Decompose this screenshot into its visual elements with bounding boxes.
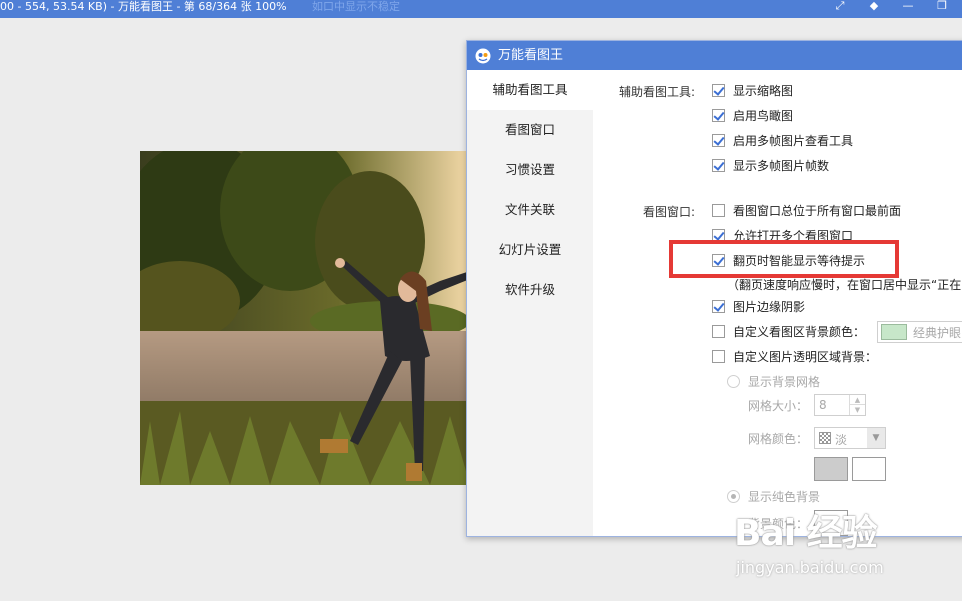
stepper-down-icon[interactable]: ▼ xyxy=(849,405,865,415)
checkbox[interactable] xyxy=(712,158,725,172)
sidebar-item-viewing-tools[interactable]: 辅助看图工具 xyxy=(467,70,593,110)
watermark-url: jingyan.baidu.com xyxy=(736,558,884,577)
option-label: 显示纯色背景 xyxy=(748,489,821,504)
settings-sidebar: 辅助看图工具 看图窗口 习惯设置 文件关联 幻灯片设置 软件升级 xyxy=(467,70,593,536)
checkbox[interactable] xyxy=(712,83,725,97)
grid-color-select[interactable]: 淡 ▼ xyxy=(814,427,886,449)
displayed-photo xyxy=(140,151,470,485)
checkbox[interactable] xyxy=(712,133,725,147)
app-logo-icon xyxy=(475,48,491,64)
grid-color-label: 网格颜色： xyxy=(748,432,809,446)
minimize-icon[interactable]: — xyxy=(898,0,918,14)
dialog-title: 万能看图王 xyxy=(498,48,564,63)
checkbox[interactable] xyxy=(712,203,725,217)
option-custom-bg-color[interactable]: 自定义看图区背景颜色： xyxy=(712,323,865,339)
option-frame-count[interactable]: 显示多帧图片帧数 xyxy=(712,157,829,173)
grid-color-1-button[interactable] xyxy=(814,457,848,481)
pin-icon[interactable]: ◆ xyxy=(864,0,884,14)
grid-size-stepper[interactable]: 8 ▲ ▼ xyxy=(814,394,866,416)
stepper-up-icon[interactable]: ▲ xyxy=(849,395,865,405)
radio[interactable] xyxy=(727,489,740,503)
option-image-shadow[interactable]: 图片边缘阴影 xyxy=(712,298,805,314)
checkbox[interactable] xyxy=(712,108,725,122)
viewer-ghost-text: 如口中显示不稳定 xyxy=(312,0,400,13)
option-solid-bg[interactable]: 显示纯色背景 xyxy=(727,488,820,504)
sidebar-item-upgrade[interactable]: 软件升级 xyxy=(467,270,593,310)
option-label: 显示多帧图片帧数 xyxy=(733,158,830,173)
option-label: 自定义图片透明区域背景： xyxy=(733,349,878,364)
option-label: 自定义看图区背景颜色： xyxy=(733,324,866,339)
pattern-icon xyxy=(819,432,831,444)
viewer-title-bar: 00 - 554, 53.54 KB) - 万能看图王 - 第 68/364 张… xyxy=(0,0,962,18)
option-always-on-top[interactable]: 看图窗口总位于所有窗口最前面 xyxy=(712,202,901,218)
option-label: 显示背景网格 xyxy=(748,374,821,389)
dialog-title-bar[interactable]: 万能看图王 xyxy=(467,41,962,70)
grid-size-value: 8 xyxy=(819,398,827,412)
watermark-brand: Bai 经验 xyxy=(734,513,878,554)
grid-size-label: 网格大小： xyxy=(748,399,809,413)
group-label-viewing-tools: 辅助看图工具: xyxy=(619,85,696,99)
fullscreen-icon[interactable]: ⤢ xyxy=(830,0,850,14)
sidebar-item-habits[interactable]: 习惯设置 xyxy=(467,150,593,190)
option-label: 看图窗口总位于所有窗口最前面 xyxy=(733,203,902,218)
grid-color-value: 淡 xyxy=(835,433,848,447)
option-show-thumbnails[interactable]: 显示缩略图 xyxy=(712,82,793,98)
option-multiframe-tool[interactable]: 启用多帧图片查看工具 xyxy=(712,132,853,148)
radio[interactable] xyxy=(727,374,740,388)
annotation-highlight-box xyxy=(669,240,899,278)
baidu-jingyan-watermark: Bai 经验 jingyan.baidu.com xyxy=(734,512,962,594)
option-birds-eye[interactable]: 启用鸟瞰图 xyxy=(712,107,793,123)
group-label-viewer-window: 看图窗口: xyxy=(643,205,696,219)
checkbox[interactable] xyxy=(712,324,725,338)
smart-wait-hint-note: （翻页速度响应慢时，在窗口居中显示“正在 xyxy=(727,278,962,292)
viewer-title: 00 - 554, 53.54 KB) - 万能看图王 - 第 68/364 张… xyxy=(0,0,287,13)
option-label: 显示缩略图 xyxy=(733,83,794,98)
color-swatch xyxy=(881,324,907,340)
bg-color-preset: 经典护眼 xyxy=(913,325,962,340)
option-custom-transparent-bg[interactable]: 自定义图片透明区域背景： xyxy=(712,348,877,364)
sidebar-item-viewer-window[interactable]: 看图窗口 xyxy=(467,110,593,150)
option-label: 启用多帧图片查看工具 xyxy=(733,133,854,148)
sidebar-item-file-association[interactable]: 文件关联 xyxy=(467,190,593,230)
option-show-grid[interactable]: 显示背景网格 xyxy=(727,373,820,389)
chevron-down-icon[interactable]: ▼ xyxy=(867,428,885,448)
option-label: 启用鸟瞰图 xyxy=(733,108,794,123)
option-label: 图片边缘阴影 xyxy=(733,299,806,314)
bg-color-picker[interactable]: 经典护眼 xyxy=(877,321,962,343)
restore-icon[interactable]: ❐ xyxy=(932,0,952,14)
grid-color-2-button[interactable] xyxy=(852,457,886,481)
checkbox[interactable] xyxy=(712,299,725,313)
checkbox[interactable] xyxy=(712,349,725,363)
sidebar-item-slideshow[interactable]: 幻灯片设置 xyxy=(467,230,593,270)
